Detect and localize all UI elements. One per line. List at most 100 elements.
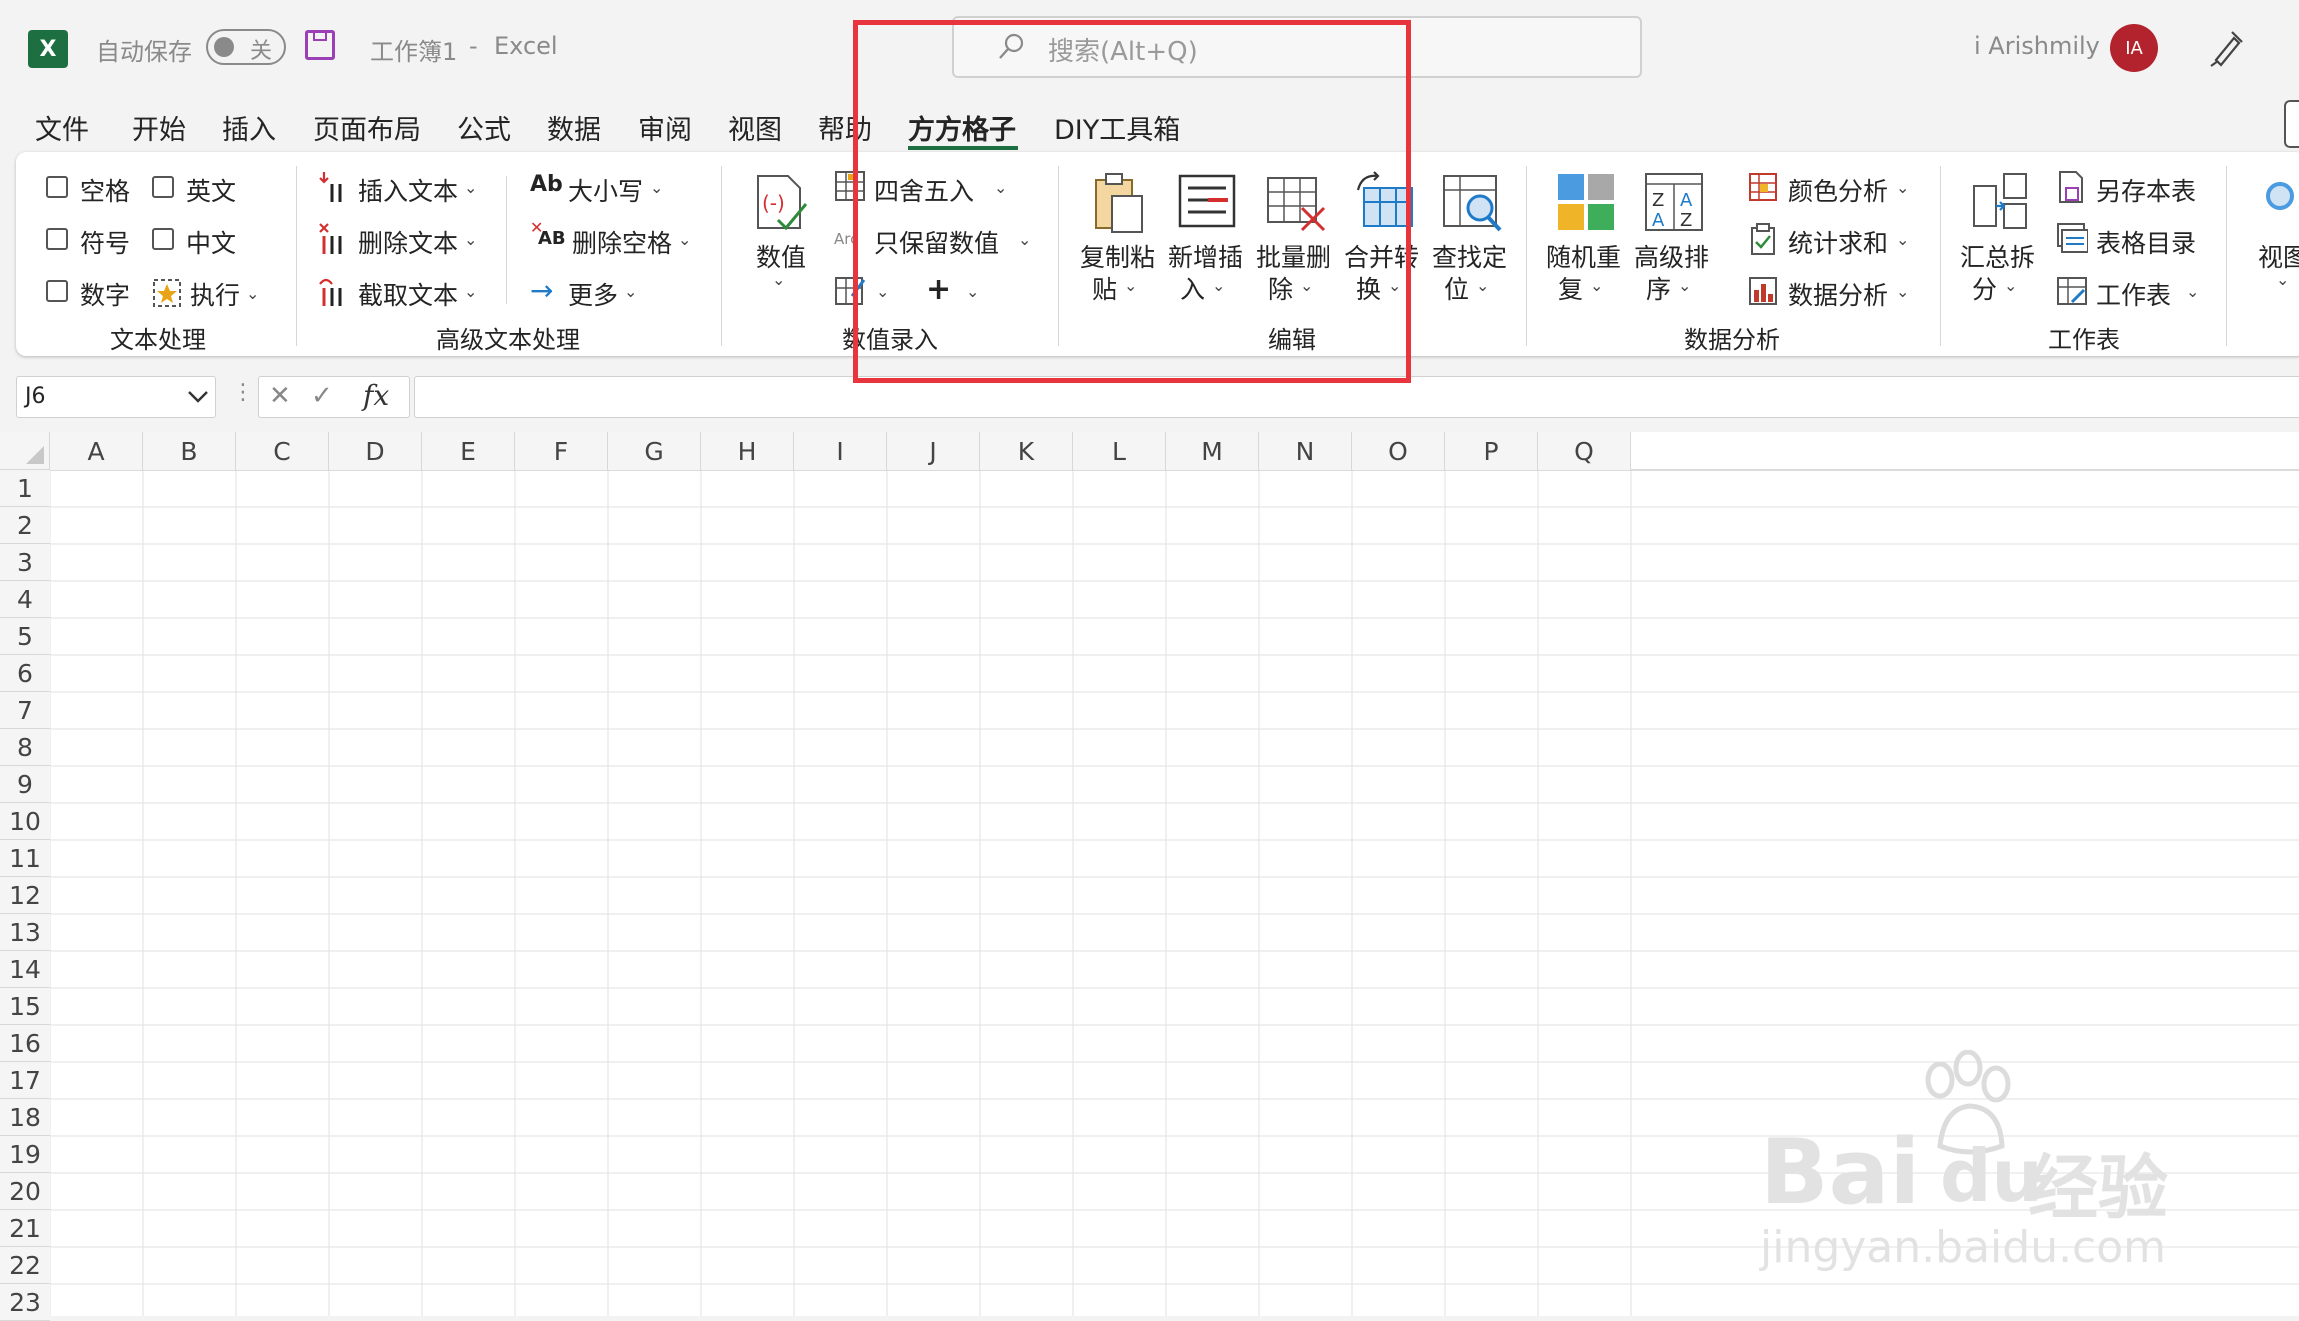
row-header-9[interactable]: 9: [0, 766, 50, 803]
checkbox-number[interactable]: [46, 280, 68, 302]
worksheet-button[interactable]: 工作表 ⌄: [2056, 274, 2206, 310]
row-header-7[interactable]: 7: [0, 692, 50, 729]
row-header-16[interactable]: 16: [0, 1025, 50, 1062]
tab-data[interactable]: 数据: [547, 108, 601, 147]
row-header-18[interactable]: 18: [0, 1099, 50, 1136]
advanced-sort-button[interactable]: Z A A Z 高级排 序 ⌄: [1632, 170, 1714, 310]
color-analysis-button[interactable]: 颜色分析 ⌄: [1748, 170, 1918, 206]
checkbox-space[interactable]: [46, 176, 68, 198]
random-repeat-label-1: 随机重: [1546, 243, 1622, 272]
row-header-13[interactable]: 13: [0, 914, 50, 951]
column-header-k[interactable]: K: [980, 432, 1073, 470]
view-label: 视图: [2258, 243, 2299, 272]
summary-split-button[interactable]: 汇总拆 分 ⌄: [1958, 170, 2040, 310]
row-header-8[interactable]: 8: [0, 729, 50, 766]
comments-button[interactable]: [2284, 100, 2299, 148]
tab-page-layout[interactable]: 页面布局: [313, 108, 421, 147]
tab-home[interactable]: 开始: [132, 108, 186, 147]
chevron-down-icon[interactable]: [187, 389, 209, 405]
row-header-2[interactable]: 2: [0, 507, 50, 544]
user-name[interactable]: i Arishmily: [1974, 32, 2100, 60]
confirm-icon[interactable]: ✓: [311, 381, 333, 411]
name-box[interactable]: J6: [16, 376, 216, 418]
view-button[interactable]: 视图 ⌄: [2256, 170, 2299, 310]
checkbox-symbol[interactable]: [46, 228, 68, 250]
row-header-21[interactable]: 21: [0, 1210, 50, 1247]
more-dots-icon[interactable]: ⋮: [232, 380, 254, 405]
column-header-h[interactable]: H: [701, 432, 794, 470]
checkbox-number-label: 数字: [80, 281, 131, 310]
avatar[interactable]: IA: [2110, 24, 2158, 72]
column-header-j[interactable]: J: [887, 432, 980, 470]
data-analysis-button[interactable]: 数据分析 ⌄: [1748, 274, 1918, 310]
tab-view[interactable]: 视图: [728, 108, 782, 147]
insert-function-button[interactable]: fx: [363, 379, 389, 412]
cancel-icon[interactable]: ✕: [269, 381, 291, 411]
tab-file[interactable]: 文件: [35, 108, 89, 147]
row-header-3[interactable]: 3: [0, 544, 50, 581]
column-header-o[interactable]: O: [1352, 432, 1445, 470]
column-header-e[interactable]: E: [422, 432, 515, 470]
cell-reference: J6: [25, 384, 46, 409]
more-button[interactable]: → 更多 ⌄: [530, 274, 660, 310]
group-label-advanced-text: 高级文本处理: [436, 326, 580, 354]
row-header-14[interactable]: 14: [0, 951, 50, 988]
column-header-p[interactable]: P: [1445, 432, 1538, 470]
row-header-12[interactable]: 12: [0, 877, 50, 914]
numeric-button[interactable]: (-) 数值 ⌄: [748, 170, 814, 300]
document-title: 工作簿1: [370, 38, 458, 66]
checkbox-chinese-label: 中文: [186, 229, 237, 258]
column-header-g[interactable]: G: [608, 432, 701, 470]
data-analysis-label: 数据分析: [1788, 281, 1889, 310]
row-header-15[interactable]: 15: [0, 988, 50, 1025]
group-label-data-analysis: 数据分析: [1684, 326, 1780, 354]
row-header-11[interactable]: 11: [0, 840, 50, 877]
column-header-q[interactable]: Q: [1538, 432, 1631, 470]
row-header-1[interactable]: 1: [0, 470, 50, 507]
column-header-c[interactable]: C: [236, 432, 329, 470]
row-header-10[interactable]: 10: [0, 803, 50, 840]
column-header-m[interactable]: M: [1166, 432, 1259, 470]
find-locate-button[interactable]: 查找定 位 ⌄: [1430, 170, 1512, 310]
column-header-d[interactable]: D: [329, 432, 422, 470]
delete-space-button[interactable]: ✕ AB 删除空格 ⌄: [530, 218, 700, 258]
chevron-down-icon: ⌄: [246, 284, 260, 303]
pen-icon[interactable]: [2208, 28, 2244, 68]
delete-text-button[interactable]: 删除文本 ⌄: [318, 222, 488, 258]
column-header-l[interactable]: L: [1073, 432, 1166, 470]
advanced-sort-label-1: 高级排: [1634, 243, 1710, 272]
tab-formulas[interactable]: 公式: [457, 108, 511, 147]
save-icon[interactable]: [305, 30, 335, 60]
execute-button[interactable]: 执行 ⌄: [152, 276, 262, 310]
save-as-sheet-button[interactable]: 另存本表: [2056, 170, 2206, 206]
tab-insert[interactable]: 插入: [222, 108, 276, 147]
insert-text-button[interactable]: 插入文本 ⌄: [318, 170, 488, 206]
select-all-button[interactable]: [0, 432, 50, 470]
extract-text-label: 截取文本: [358, 281, 459, 310]
column-header-b[interactable]: B: [143, 432, 236, 470]
autosave-toggle[interactable]: 关: [206, 29, 286, 65]
column-header-i[interactable]: I: [794, 432, 887, 470]
tab-review[interactable]: 审阅: [638, 108, 692, 147]
row-header-6[interactable]: 6: [0, 655, 50, 692]
case-button[interactable]: Ab 大小写 ⌄: [530, 170, 680, 206]
row-header-5[interactable]: 5: [0, 618, 50, 655]
checkbox-chinese[interactable]: [152, 228, 174, 250]
column-header-f[interactable]: F: [515, 432, 608, 470]
row-header-20[interactable]: 20: [0, 1173, 50, 1210]
watermark-url: jingyan.baidu.com: [1760, 1222, 2167, 1273]
row-header-22[interactable]: 22: [0, 1247, 50, 1284]
extract-text-button[interactable]: 截取文本 ⌄: [318, 274, 488, 310]
column-header-a[interactable]: A: [50, 432, 143, 470]
table-index-button[interactable]: 表格目录: [2056, 222, 2206, 258]
insert-text-icon: [319, 172, 342, 202]
row-header-17[interactable]: 17: [0, 1062, 50, 1099]
random-repeat-button[interactable]: 随机重 复 ⌄: [1544, 170, 1626, 310]
stat-sum-button[interactable]: 统计求和 ⌄: [1748, 222, 1918, 258]
checkbox-english-label: 英文: [186, 177, 237, 206]
row-header-23[interactable]: 23: [0, 1284, 50, 1321]
row-header-4[interactable]: 4: [0, 581, 50, 618]
row-header-19[interactable]: 19: [0, 1136, 50, 1173]
column-header-n[interactable]: N: [1259, 432, 1352, 470]
checkbox-english[interactable]: [152, 176, 174, 198]
